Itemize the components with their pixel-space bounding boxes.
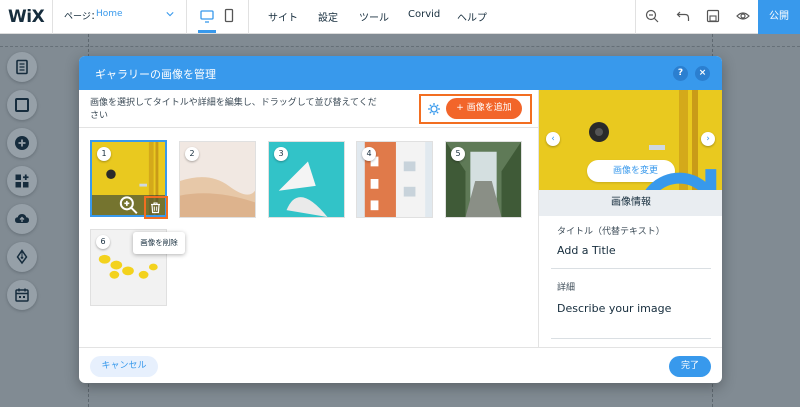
description-field[interactable]: Describe your image [557,302,671,315]
image-number-badge: 6 [96,235,110,249]
preview-eye-icon[interactable] [736,9,750,23]
undo-icon[interactable] [676,9,690,23]
dialog-title: ギャラリーの画像を管理 [95,68,216,81]
desktop-icon[interactable] [200,8,214,24]
change-image-button[interactable]: 画像を変更 [587,160,717,190]
help-button[interactable]: ? [673,66,688,81]
dialog-header: ギャラリーの画像を管理 ? × [79,56,722,90]
divider [635,0,636,34]
change-image-label: 画像を変更 [613,166,659,176]
page-selector-label[interactable]: ページ： [64,9,100,22]
next-image-button[interactable]: › [701,132,715,146]
image-preview: ‹ › 画像を変更 [539,90,722,190]
instructions-text: 画像を選択してタイトルや詳細を編集し、ドラッグして並び替えてください [90,98,377,121]
image-number-badge: 5 [451,147,465,161]
menu-settings[interactable]: 設定 [318,9,338,24]
divider [551,268,711,269]
chevron-down-icon[interactable] [166,10,174,18]
manage-gallery-dialog: ギャラリーの画像を管理 ? × 画像を選択してタイトルや詳細を編集し、ドラッグし… [79,56,722,383]
divider [551,338,711,339]
menu-corvid[interactable]: Corvid [408,9,440,20]
menu-tools[interactable]: ツール [359,9,389,24]
save-icon[interactable] [706,9,720,23]
done-button[interactable]: 完了 [669,356,711,377]
image-info-heading: 画像情報 [539,190,722,216]
add-image-button[interactable]: + 画像を追加 [446,98,522,119]
title-field-label: タイトル（代替テキスト） [557,227,665,237]
divider [248,0,249,34]
wix-logo: WiX [8,7,45,27]
title-field[interactable]: Add a Title [557,244,616,257]
publish-button[interactable]: 公開 [758,0,800,34]
mobile-icon[interactable] [222,8,236,24]
divider [186,0,187,34]
delete-tooltip: 画像を削除 [133,232,185,254]
trash-icon[interactable] [149,201,162,214]
image-number-badge: 3 [274,147,288,161]
menu-site[interactable]: サイト [268,9,298,24]
close-button[interactable]: × [695,66,710,81]
divider [79,127,538,128]
gallery-thumb-4[interactable]: 4 [356,141,433,218]
zoom-out-icon[interactable] [645,9,659,23]
divider [79,347,722,348]
description-field-label: 詳細 [557,283,576,293]
gallery-thumb-5[interactable]: 5 [445,141,522,218]
cancel-button[interactable]: キャンセル [90,356,158,377]
image-number-badge: 4 [362,147,376,161]
divider [52,0,53,34]
gallery-thumb-2[interactable]: 2 [179,141,256,218]
editor-top-bar: WiX ページ： Home サイト 設定 ツール Corvid ヘルプ 公開 [0,0,800,34]
menu-help[interactable]: ヘルプ [457,9,487,24]
image-number-badge: 2 [185,147,199,161]
prev-image-button[interactable]: ‹ [546,132,560,146]
device-active-indicator [198,30,216,33]
page-selector-value[interactable]: Home [96,9,123,19]
gear-icon[interactable] [427,102,441,116]
image-info-panel: ‹ › 画像を変更 画像情報 タイトル（代替テキスト） Add a Title … [538,90,722,347]
gallery-thumb-3[interactable]: 3 [268,141,345,218]
image-number-badge: 1 [97,147,111,161]
